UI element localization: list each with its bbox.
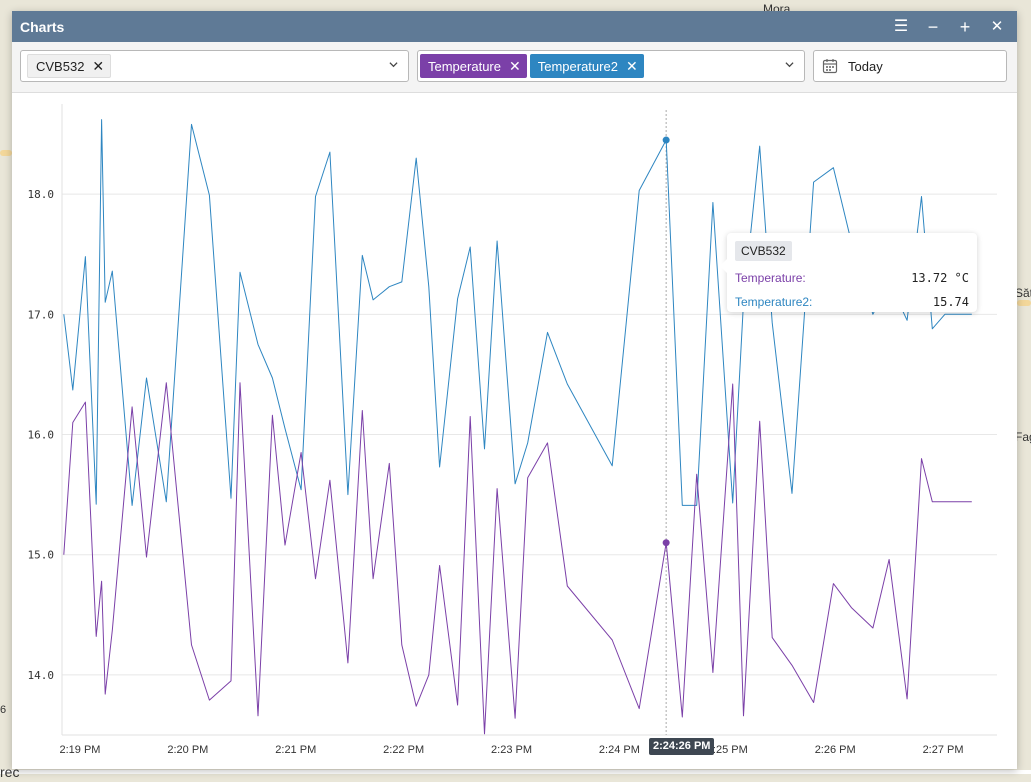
x-tick-label: 2:26 PM xyxy=(815,744,856,756)
device-chip-label: CVB532 xyxy=(36,58,85,74)
remove-device-icon[interactable]: ✕ xyxy=(92,58,104,75)
title-bar[interactable]: Charts ☰ − + ✕ xyxy=(12,11,1017,42)
date-picker[interactable]: Today xyxy=(813,50,1007,82)
tooltip-arrow xyxy=(720,259,727,273)
charts-window: Charts ☰ − + ✕ CVB532 ✕ Temperature ✕ Te… xyxy=(12,11,1017,769)
close-icon[interactable]: ✕ xyxy=(985,15,1009,39)
series-line-temperature2 xyxy=(63,119,972,506)
series-select[interactable]: Temperature ✕ Temperature2 ✕ xyxy=(417,50,805,82)
map-label-6: 6 xyxy=(0,704,7,716)
calendar-icon xyxy=(822,59,838,74)
series-chip-temperature: Temperature ✕ xyxy=(420,54,527,78)
device-select[interactable]: CVB532 ✕ xyxy=(20,50,409,82)
y-tick-label: 14.0 xyxy=(28,669,55,682)
tooltip-label: Temperature2: xyxy=(735,295,813,309)
tooltip-row-temperature2: Temperature2: 15.74 xyxy=(735,295,969,309)
hover-point-temperature2 xyxy=(662,136,670,144)
x-tick-label: 2:22 PM xyxy=(383,744,424,756)
chart-area[interactable]: 14.0 15.0 16.0 17.0 18.0 2:19 PM 2:20 PM 2:21 P… xyxy=(12,92,1017,769)
y-tick-label: 18.0 xyxy=(28,188,55,201)
filter-toolbar: CVB532 ✕ Temperature ✕ Temperature2 ✕ To… xyxy=(12,42,1017,93)
x-tick-label: 2:27 PM xyxy=(923,744,964,756)
series-line-temperature xyxy=(63,382,972,735)
x-tick-label: 2:20 PM xyxy=(167,744,208,756)
map-label-sat: Săt xyxy=(1015,286,1031,300)
y-tick-label: 16.0 xyxy=(28,429,55,442)
series-chip-label: Temperature xyxy=(428,58,501,74)
x-tick-label: 2:21 PM xyxy=(275,744,316,756)
remove-temperature2-icon[interactable]: ✕ xyxy=(626,58,638,75)
window-controls: ☰ − + ✕ xyxy=(889,15,1009,39)
device-chip: CVB532 ✕ xyxy=(27,54,112,78)
minimize-icon[interactable]: − xyxy=(921,15,945,39)
chevron-down-icon[interactable] xyxy=(785,60,794,69)
tooltip-row-temperature: Temperature: 13.72 °C xyxy=(735,271,969,285)
tooltip-value: 15.74 xyxy=(932,295,969,309)
x-tick-label: 2:24 PM xyxy=(599,744,640,756)
series-chip-temperature2: Temperature2 ✕ xyxy=(529,54,644,78)
hover-tooltip: CVB532 Temperature: 13.72 °C Temperature… xyxy=(720,233,977,312)
tooltip-label: Temperature: xyxy=(735,271,806,285)
hover-point-temperature xyxy=(662,539,670,547)
line-chart[interactable]: 14.0 15.0 16.0 17.0 18.0 2:19 PM 2:20 PM 2:21 P… xyxy=(12,92,1017,769)
map-label-fag: Fag xyxy=(1015,430,1031,444)
y-tick-label: 15.0 xyxy=(28,549,55,562)
menu-icon[interactable]: ☰ xyxy=(889,15,913,39)
x-tick-label: 2:23 PM xyxy=(491,744,532,756)
maximize-icon[interactable]: + xyxy=(953,15,977,39)
hover-time-label: 2:24:26 PM xyxy=(649,738,715,755)
date-value: Today xyxy=(848,58,883,74)
tooltip-device: CVB532 xyxy=(735,241,792,261)
y-tick-label: 17.0 xyxy=(28,308,55,321)
series-chip-label: Temperature2 xyxy=(537,58,618,74)
tooltip-value: 13.72 °C xyxy=(911,271,969,285)
window-title: Charts xyxy=(20,18,65,35)
remove-temperature-icon[interactable]: ✕ xyxy=(509,58,521,75)
chevron-down-icon[interactable] xyxy=(389,60,398,69)
x-tick-label: 2:19 PM xyxy=(59,744,100,756)
